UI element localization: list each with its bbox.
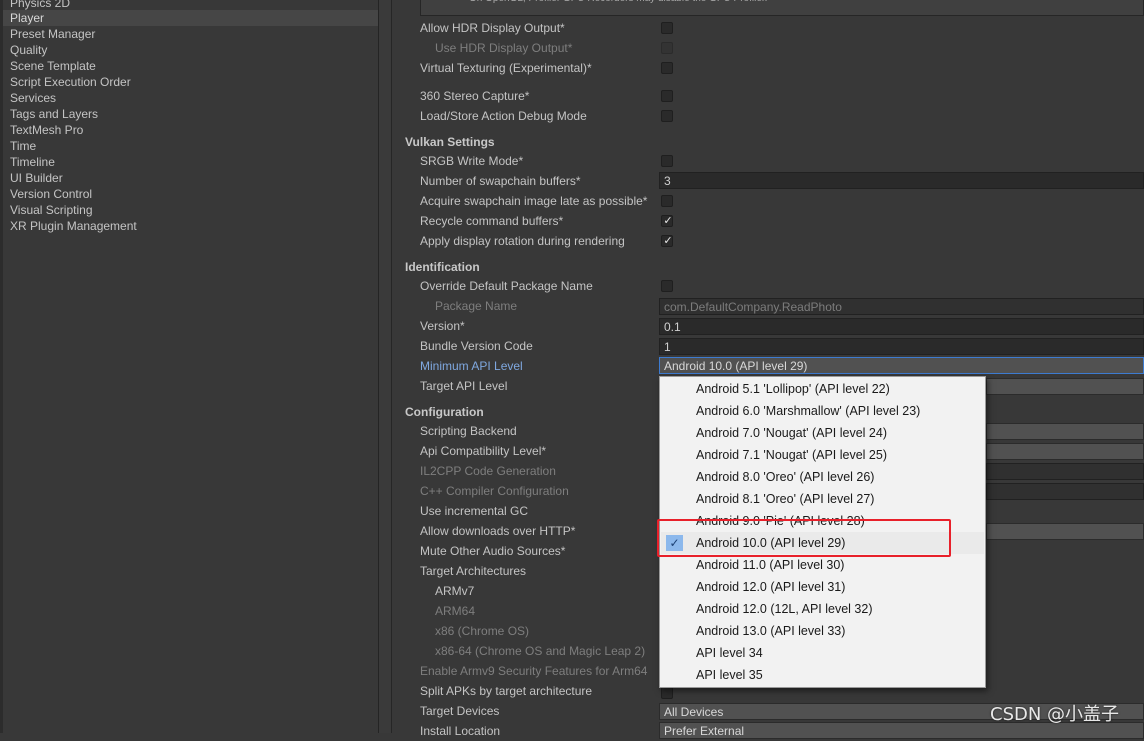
csdn-watermark: CSDN @小盖子 [990, 704, 1120, 725]
sidebar-item-time[interactable]: Time [3, 138, 378, 154]
srgb-write-checkbox[interactable] [661, 155, 673, 167]
stereo-capture-label: 360 Stereo Capture* [420, 89, 530, 103]
armv9-security-label: Enable Armv9 Security Features for Arm64 [420, 664, 648, 678]
sidebar-item-ui-builder[interactable]: UI Builder [3, 170, 378, 186]
cpp-compiler-label: C++ Compiler Configuration [420, 484, 569, 498]
use-hdr-label: Use HDR Display Output* [435, 41, 573, 55]
allow-hdr-checkbox[interactable] [661, 22, 673, 34]
minimum-api-dropdown[interactable]: Android 10.0 (API level 29) [659, 357, 1144, 374]
scripting-backend-dropdown[interactable] [986, 423, 1144, 440]
bundle-code-label: Bundle Version Code [420, 339, 533, 353]
override-package-checkbox[interactable] [661, 280, 673, 292]
target-devices-label: Target Devices [420, 704, 500, 718]
incremental-gc-label: Use incremental GC [420, 504, 529, 518]
virtual-texturing-checkbox[interactable] [661, 62, 673, 74]
override-package-label: Override Default Package Name [420, 279, 593, 293]
sidebar-item-textmesh-pro[interactable]: TextMesh Pro [3, 122, 378, 138]
configuration-header[interactable]: Configuration [405, 402, 484, 422]
swapchain-buffers-field[interactable]: 3 [659, 172, 1144, 189]
api-option-30[interactable]: Android 11.0 (API level 30) [661, 554, 984, 576]
stereo-capture-checkbox[interactable] [661, 90, 673, 102]
api-option-34[interactable]: API level 34 [661, 642, 984, 664]
load-store-debug-label: Load/Store Action Debug Mode [420, 109, 587, 123]
http-downloads-dropdown[interactable] [986, 523, 1144, 540]
use-hdr-checkbox[interactable] [661, 42, 673, 54]
acquire-late-label: Acquire swapchain image late as possible… [420, 194, 648, 208]
api-option-32[interactable]: Android 12.0 (12L, API level 32) [661, 598, 984, 620]
bundle-code-field[interactable]: 1 [659, 338, 1144, 355]
split-apks-label: Split APKs by target architecture [420, 684, 593, 698]
profiler-info-box: On OpenGL, Profiler GPU Recorders may di… [420, 0, 1144, 16]
identification-header[interactable]: Identification [405, 257, 480, 277]
check-icon: ✓ [663, 214, 673, 227]
package-name-label: Package Name [435, 299, 518, 313]
recycle-buffers-label: Recycle command buffers* [420, 214, 564, 228]
api-compat-dropdown[interactable] [986, 443, 1144, 460]
minimum-api-label: Minimum API Level [420, 359, 523, 373]
display-rotation-checkbox[interactable]: ✓ [661, 234, 673, 247]
x86-64-label: x86-64 (Chrome OS and Magic Leap 2) [435, 644, 646, 658]
target-api-label: Target API Level [420, 379, 508, 393]
target-arch-label: Target Architectures [420, 564, 527, 578]
api-compat-label: Api Compatibility Level* [420, 444, 547, 458]
vulkan-settings-header[interactable]: Vulkan Settings [405, 132, 495, 152]
armv7-label: ARMv7 [435, 584, 475, 598]
sidebar-item-quality[interactable]: Quality [3, 42, 378, 58]
sidebar-item-scene-template[interactable]: Scene Template [3, 58, 378, 74]
check-icon: ✓ [663, 234, 673, 247]
sidebar-item-visual-scripting[interactable]: Visual Scripting [3, 202, 378, 218]
target-api-dropdown[interactable] [986, 378, 1144, 395]
api-option-31[interactable]: Android 12.0 (API level 31) [661, 576, 984, 598]
sidebar-item-version-control[interactable]: Version Control [3, 186, 378, 202]
sidebar-item-script-execution-order[interactable]: Script Execution Order [3, 74, 378, 90]
split-apks-checkbox[interactable] [661, 687, 673, 699]
mute-audio-label: Mute Other Audio Sources* [420, 544, 566, 558]
sidebar-item-timeline[interactable]: Timeline [3, 154, 378, 170]
il2cpp-gen-label: IL2CPP Code Generation [420, 464, 556, 478]
recycle-buffers-checkbox[interactable]: ✓ [661, 214, 673, 227]
http-downloads-label: Allow downloads over HTTP* [420, 524, 576, 538]
annotation-highlight-box [657, 519, 951, 557]
panel-splitter[interactable] [379, 0, 392, 733]
acquire-late-checkbox[interactable] [661, 195, 673, 207]
swapchain-buffers-label: Number of swapchain buffers* [420, 174, 581, 188]
api-option-26[interactable]: Android 8.0 'Oreo' (API level 26) [661, 466, 984, 488]
il2cpp-gen-dropdown[interactable] [986, 463, 1144, 480]
load-store-debug-checkbox[interactable] [661, 110, 673, 122]
project-settings-sidebar: Physics 2D Player Preset Manager Quality… [0, 0, 379, 733]
sidebar-item-services[interactable]: Services [3, 90, 378, 106]
install-location-label: Install Location [420, 724, 501, 738]
sidebar-item-player[interactable]: Player [3, 10, 378, 26]
scripting-backend-label: Scripting Backend [420, 424, 517, 438]
api-option-35[interactable]: API level 35 [661, 664, 984, 686]
virtual-texturing-label: Virtual Texturing (Experimental)* [420, 61, 592, 75]
version-field[interactable]: 0.1 [659, 318, 1144, 335]
package-name-field[interactable]: com.DefaultCompany.ReadPhoto [659, 298, 1144, 315]
api-option-24[interactable]: Android 7.0 'Nougat' (API level 24) [661, 422, 984, 444]
api-option-27[interactable]: Android 8.1 'Oreo' (API level 27) [661, 488, 984, 510]
arm64-label: ARM64 [435, 604, 476, 618]
display-rotation-label: Apply display rotation during rendering [420, 234, 625, 248]
sidebar-item-preset-manager[interactable]: Preset Manager [3, 26, 378, 42]
version-label: Version* [420, 319, 465, 333]
api-option-33[interactable]: Android 13.0 (API level 33) [661, 620, 984, 642]
cpp-compiler-dropdown[interactable] [986, 483, 1144, 500]
api-option-25[interactable]: Android 7.1 'Nougat' (API level 25) [661, 444, 984, 466]
sidebar-item-tags-and-layers[interactable]: Tags and Layers [3, 106, 378, 122]
x86-label: x86 (Chrome OS) [435, 624, 530, 638]
allow-hdr-label: Allow HDR Display Output* [420, 21, 565, 35]
srgb-write-label: SRGB Write Mode* [420, 154, 524, 168]
sidebar-item-xr-plugin-management[interactable]: XR Plugin Management [3, 218, 378, 234]
api-option-23[interactable]: Android 6.0 'Marshmallow' (API level 23) [661, 400, 984, 422]
api-option-22[interactable]: Android 5.1 'Lollipop' (API level 22) [661, 378, 984, 400]
